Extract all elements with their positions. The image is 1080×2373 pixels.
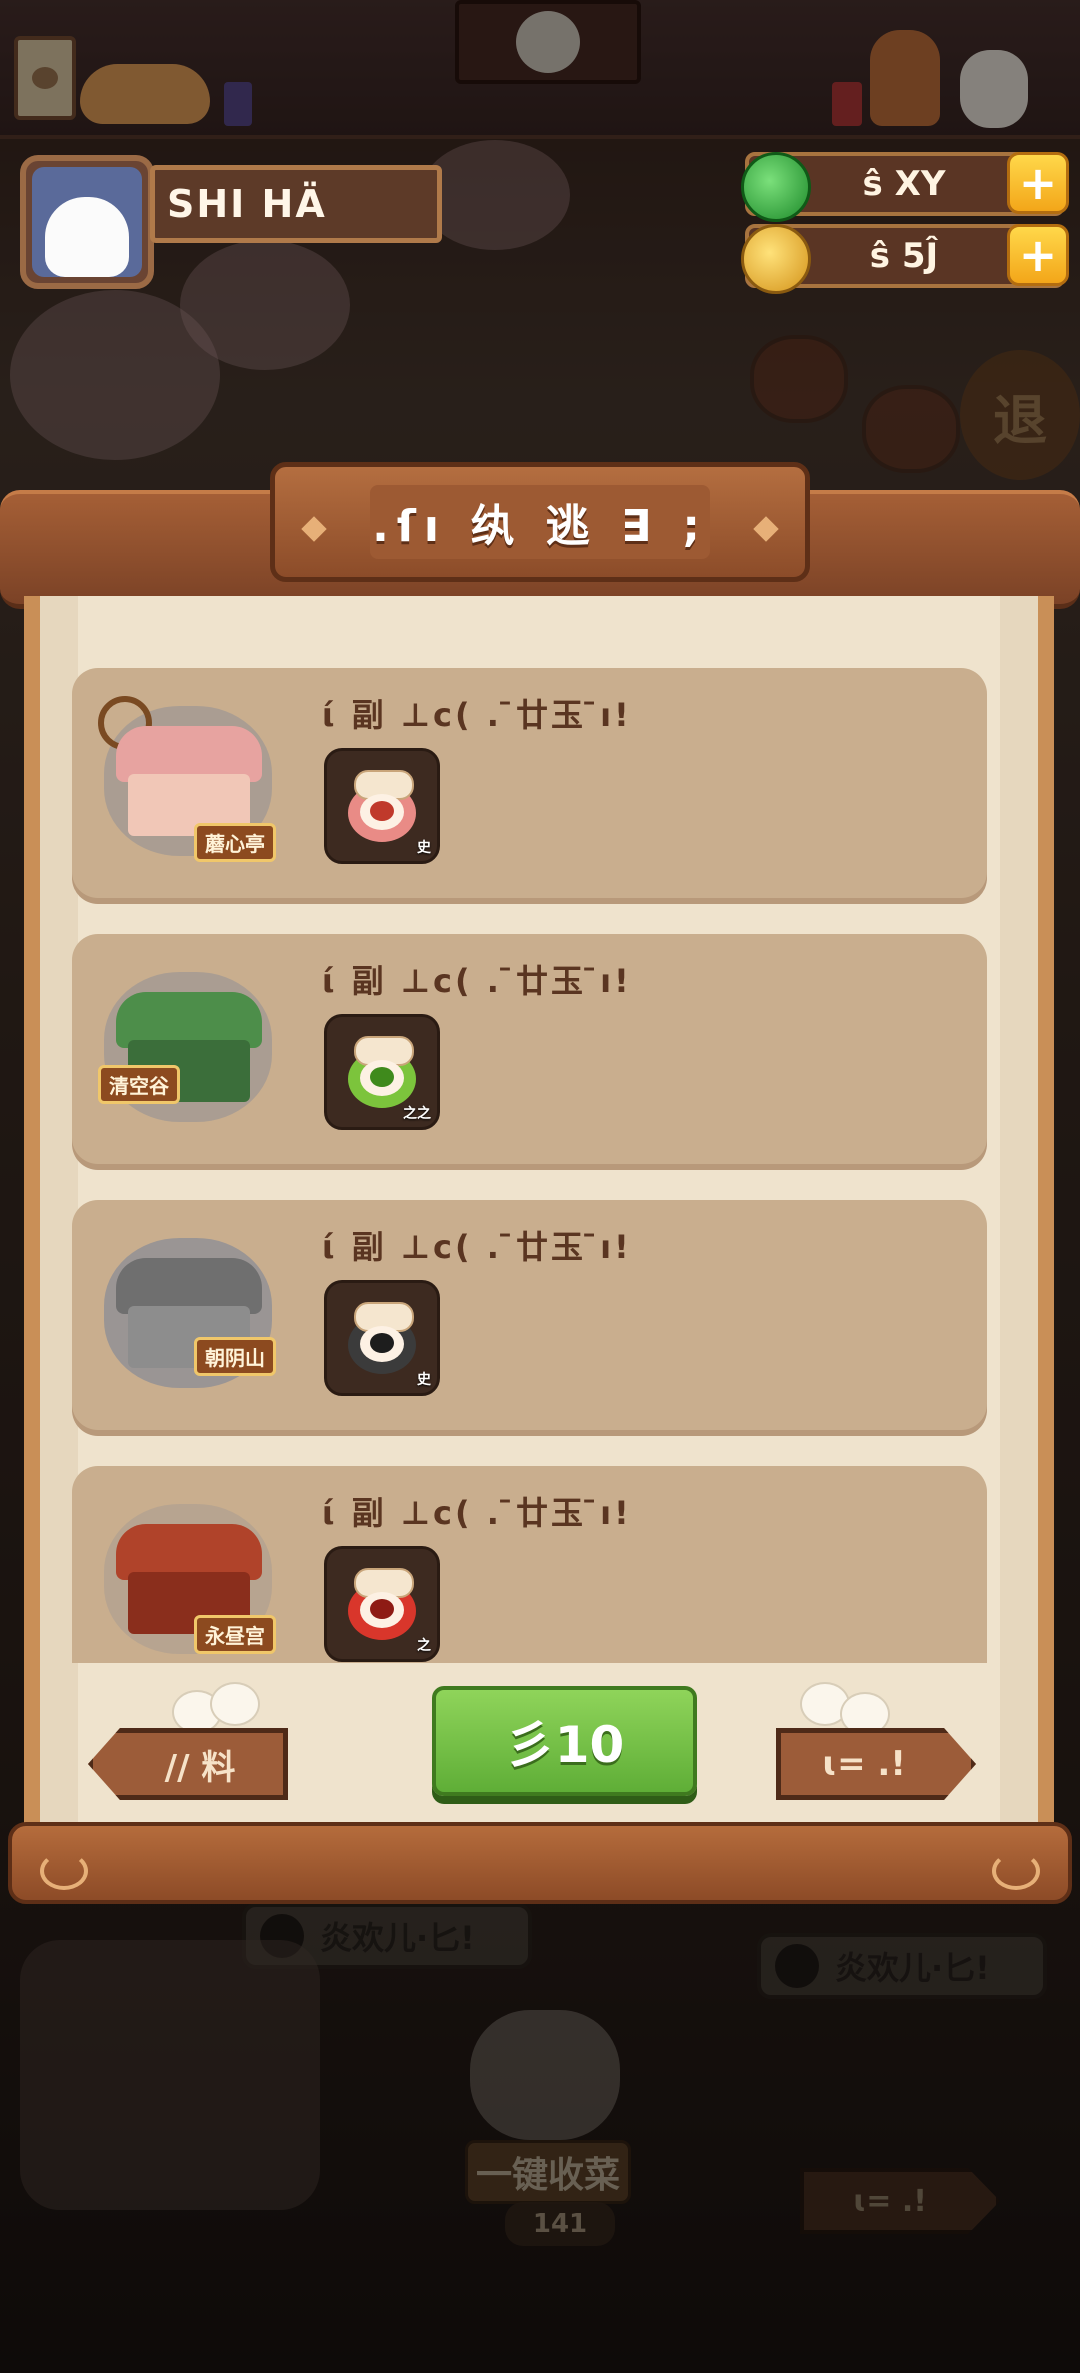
coin-amount: ŝ 5Ĵ [869,236,939,276]
card-title: ί 副 ⊥c( . ̄廿玉 ̄ı! [322,962,632,1000]
building-icon: 永昼宫 [98,1494,278,1663]
building-card[interactable]: 蘑心亭 ί 副 ⊥c( . ̄廿玉 ̄ı! 史 [72,668,987,898]
coin-icon [741,224,811,294]
building-list[interactable]: 蘑心亭 ί 副 ⊥c( . ̄廿玉 ̄ı! 史 清空谷 ί 副 ⊥c( . ̄廿… [72,668,987,1663]
reward-item-slot[interactable]: 之之 [324,1014,440,1130]
building-icon: 清空谷 [98,962,278,1132]
item-tag: 之 [417,1638,431,1654]
building-label: 蘑心亭 [194,823,276,862]
ornament-diamond [753,516,779,542]
swirl-ornament-icon [40,1852,88,1890]
prev-page-button[interactable]: // 料 [88,1728,288,1800]
player-name: SHI HÄ [167,182,327,226]
scroll-item-icon [344,1034,420,1110]
ornament-diamond [301,516,327,542]
plus-icon: + [1018,228,1058,282]
reward-item-slot[interactable]: 史 [324,1280,440,1396]
building-card[interactable]: 朝阴山 ί 副 ⊥c( . ̄廿玉 ̄ı! 史 [72,1200,987,1430]
reward-item-slot[interactable]: 史 [324,748,440,864]
add-jade-button[interactable]: + [1007,152,1069,214]
card-title: ί 副 ⊥c( . ̄廿玉 ̄ı! [322,1494,632,1532]
player-name-plate: SHI HÄ [150,165,442,243]
scroll-item-icon [344,1566,420,1642]
add-coin-button[interactable]: + [1007,224,1069,286]
item-tag: 之之 [403,1106,431,1122]
scroll-bottom-roller [8,1822,1072,1904]
item-tag: 史 [417,840,431,856]
jade-amount: ŝ XY [862,164,946,204]
dialog-title: .ſı 纨 逃 ∃ ; [370,485,710,559]
chick-decoration [210,1682,260,1726]
building-label: 清空谷 [98,1065,180,1104]
jade-currency-bar: ŝ XY + [741,152,1069,222]
next-page-button[interactable]: ɩ= .! [776,1728,976,1800]
jade-icon [741,152,811,222]
dialog-title-plaque: .ſı 纨 逃 ∃ ; [270,462,810,582]
scroll-item-icon [344,1300,420,1376]
building-card[interactable]: 永昼宫 ί 副 ⊥c( . ̄廿玉 ̄ı! 之 [72,1466,987,1663]
building-label: 朝阴山 [194,1337,276,1376]
confirm-button[interactable]: 彡10 [432,1686,697,1796]
item-tag: 史 [417,1372,431,1388]
plus-icon: + [1018,156,1058,210]
scroll-item-icon [344,768,420,844]
coin-currency-bar: ŝ 5Ĵ + [741,224,1069,294]
building-card[interactable]: 清空谷 ί 副 ⊥c( . ̄廿玉 ̄ı! 之之 [72,934,987,1164]
building-icon: 蘑心亭 [98,696,278,866]
building-label: 永昼宫 [194,1615,276,1654]
card-title: ί 副 ⊥c( . ̄廿玉 ̄ı! [322,1228,632,1266]
reward-item-slot[interactable]: 之 [324,1546,440,1662]
building-icon: 朝阴山 [98,1228,278,1398]
player-avatar[interactable] [20,155,154,289]
swirl-ornament-icon [992,1852,1040,1890]
avatar-cat-icon [32,167,142,277]
card-title: ί 副 ⊥c( . ̄廿玉 ̄ı! [322,696,632,734]
